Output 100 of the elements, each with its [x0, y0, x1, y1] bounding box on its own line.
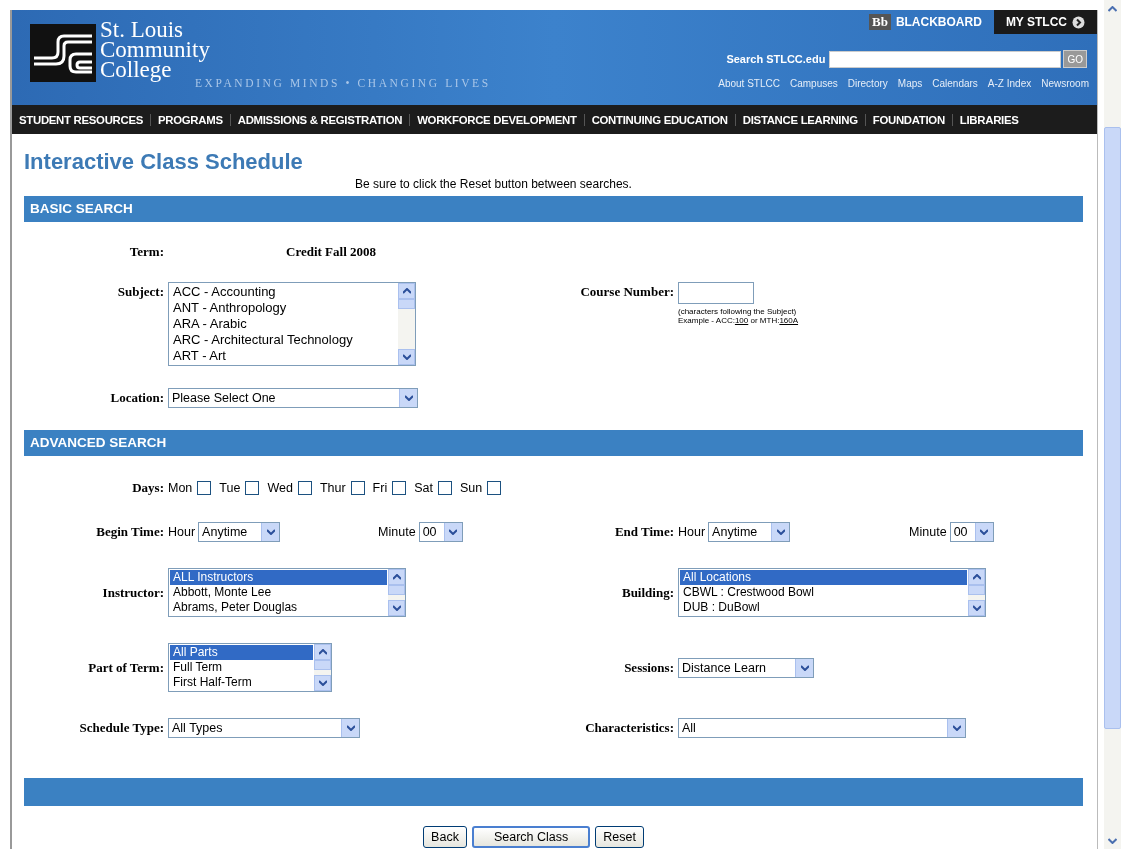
utility-link[interactable]: About STLCC — [718, 78, 780, 89]
list-option[interactable]: DUB : DuBowl — [680, 600, 967, 615]
scroll-thumb[interactable] — [314, 660, 331, 670]
day-label: Mon — [168, 481, 193, 495]
portal-link[interactable]: MY STLCC — [993, 10, 1097, 34]
list-scrollbar[interactable] — [314, 644, 331, 691]
scroll-down-icon[interactable] — [402, 354, 411, 360]
scroll-down-icon[interactable] — [1108, 837, 1117, 844]
nav-item[interactable]: STUDENT RESOURCES — [12, 113, 151, 126]
minute-label: Minute — [378, 525, 416, 539]
list-option[interactable]: All Parts — [170, 645, 313, 660]
dropdown-field[interactable]: All Types — [168, 718, 360, 738]
field-label: Subject: — [116, 283, 164, 300]
nav-item[interactable]: LIBRARIES — [952, 113, 1026, 126]
form-button[interactable]: Reset — [595, 826, 644, 848]
day-checkbox[interactable] — [350, 481, 365, 495]
utility-link[interactable]: Campuses — [789, 78, 838, 89]
scroll-down-icon[interactable] — [972, 605, 981, 611]
blackboard-link[interactable]: Bb BLACKBOARD — [856, 10, 994, 34]
field-label: Characteristics: — [584, 720, 674, 736]
chevron-down-icon — [980, 529, 989, 535]
list-option[interactable]: ART - Art — [170, 348, 397, 364]
list-option[interactable]: ANT - Anthropology — [170, 300, 397, 316]
utility-link[interactable]: Calendars — [932, 78, 978, 89]
day-label: Thur — [319, 481, 346, 495]
nav-item[interactable]: FOUNDATION — [865, 113, 953, 126]
list-option[interactable]: First Half-Term — [170, 675, 313, 690]
day-checkbox[interactable] — [437, 481, 452, 495]
field-label: Term: — [128, 244, 164, 260]
list-option[interactable]: CBWL : Crestwood Bowl — [680, 585, 967, 600]
nav-item[interactable]: ADMISSIONS & REGISTRATION — [230, 113, 411, 126]
list-option[interactable]: ACC - Accounting — [170, 284, 397, 300]
hour-label: Hour — [168, 525, 196, 539]
form-button[interactable]: Back — [423, 826, 467, 848]
field-label: Schedule Type: — [78, 720, 164, 736]
section-header: BASIC SEARCH — [24, 196, 1083, 222]
field-label: Part of Term: — [87, 659, 164, 676]
college-name: St. Louis — [100, 20, 185, 40]
scroll-up-icon[interactable] — [972, 574, 981, 580]
scroll-thumb[interactable] — [968, 585, 985, 595]
dropdown-field[interactable]: Distance Learn — [678, 657, 814, 678]
field-label: End Time: — [613, 524, 674, 540]
chevron-down-icon — [952, 725, 961, 731]
form-button[interactable]: Search Class — [471, 826, 591, 848]
field-label: Begin Time: — [95, 524, 164, 540]
scroll-down-icon[interactable] — [392, 605, 401, 611]
hour-label: Hour — [678, 525, 706, 539]
scroll-up-icon[interactable] — [402, 288, 411, 294]
dropdown-field[interactable]: All — [678, 718, 966, 738]
scroll-down-icon[interactable] — [318, 680, 327, 686]
college-logo-icon — [30, 24, 96, 82]
day-checkbox[interactable] — [197, 481, 212, 495]
minute-label: Minute — [909, 525, 947, 539]
nav-item[interactable]: PROGRAMS — [151, 113, 231, 126]
chevron-down-icon — [346, 725, 355, 731]
day-label: Tue — [219, 481, 241, 495]
dropdown-field[interactable]: Anytime — [708, 522, 791, 542]
scroll-up-icon[interactable] — [1108, 5, 1117, 12]
notice-text: Be sure to click the Reset button between searches. — [354, 177, 633, 191]
list-option[interactable]: All Locations — [680, 570, 967, 585]
day-checkbox[interactable] — [487, 481, 502, 495]
list-option[interactable]: ARC - Architectural Technology — [170, 332, 397, 348]
utility-link[interactable]: A-Z Index — [987, 78, 1032, 89]
search-field[interactable] — [829, 50, 1062, 68]
list-option[interactable]: ARA - Arabic — [170, 316, 397, 332]
day-checkbox[interactable] — [297, 481, 312, 495]
course-number-field[interactable] — [678, 282, 754, 304]
nav-item[interactable]: DISTANCE LEARNING — [735, 113, 866, 126]
scroll-up-icon[interactable] — [392, 574, 401, 580]
scroll-thumb[interactable] — [388, 585, 405, 595]
section-header: ADVANCED SEARCH — [24, 430, 1083, 456]
chevron-down-icon — [800, 664, 809, 671]
list-option[interactable]: Abbott, Monte Lee — [170, 585, 387, 600]
page-scrollbar[interactable] — [1104, 0, 1121, 849]
field-label: Instructor: — [101, 584, 164, 601]
nav-item[interactable]: CONTINUING EDUCATION — [584, 113, 736, 126]
page-title: Interactive Class Schedule — [24, 149, 304, 175]
field-label: Days: — [131, 480, 164, 496]
day-checkbox[interactable] — [392, 481, 407, 495]
scroll-thumb[interactable] — [398, 299, 415, 309]
list-scrollbar[interactable] — [398, 283, 415, 365]
utility-link[interactable]: Newsroom — [1041, 78, 1089, 89]
field-label: Sessions: — [623, 659, 674, 676]
list-option[interactable]: ALL Instructors — [170, 570, 387, 585]
dropdown-field[interactable]: Please Select One — [168, 388, 418, 408]
utility-link[interactable]: Maps — [897, 78, 923, 89]
scroll-up-icon[interactable] — [318, 649, 327, 655]
dropdown-field[interactable]: 00 — [949, 522, 994, 542]
list-scrollbar[interactable] — [388, 569, 405, 616]
scroll-thumb[interactable] — [1104, 127, 1121, 729]
college-name: Community — [100, 40, 210, 60]
list-option[interactable]: Full Term — [170, 660, 313, 675]
dropdown-field[interactable]: Anytime — [198, 522, 281, 542]
day-checkbox[interactable] — [245, 481, 260, 495]
list-scrollbar[interactable] — [968, 569, 985, 616]
day-label: Fri — [372, 481, 388, 495]
nav-item[interactable]: WORKFORCE DEVELOPMENT — [410, 113, 585, 126]
utility-link[interactable]: Directory — [847, 78, 888, 89]
list-option[interactable]: Abrams, Peter Douglas — [170, 600, 387, 615]
dropdown-field[interactable]: 00 — [418, 522, 463, 542]
